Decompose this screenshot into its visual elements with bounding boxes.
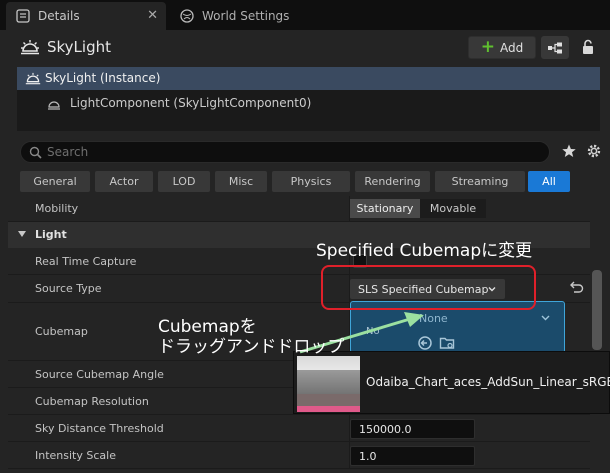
tab-world-settings[interactable]: World Settings bbox=[170, 2, 320, 30]
annotation-drag-drop: Cubemapを ドラッグアンドドロップ bbox=[158, 317, 344, 357]
blueprint-button[interactable] bbox=[541, 36, 569, 59]
filter-physics[interactable]: Physics bbox=[272, 171, 350, 192]
tab-details-label: Details bbox=[38, 9, 80, 23]
lock-icon[interactable] bbox=[580, 39, 596, 55]
tree-item-light-component[interactable]: LightComponent (SkyLightComponent0) bbox=[70, 96, 311, 110]
intensity-scale-input[interactable]: 1.0 bbox=[350, 446, 475, 466]
skylight-icon bbox=[25, 71, 41, 86]
details-icon bbox=[16, 9, 30, 23]
component-tree: SkyLight (Instance) LightComponent (SkyL… bbox=[17, 67, 600, 131]
chevron-down-icon[interactable] bbox=[541, 314, 550, 322]
cubemap-actions bbox=[417, 335, 455, 351]
row-mobility: Mobility Stationary Movable bbox=[8, 196, 590, 222]
sky-distance-threshold-input[interactable]: 150000.0 bbox=[350, 419, 475, 439]
use-selected-icon[interactable] bbox=[417, 335, 433, 351]
filter-rendering[interactable]: Rendering bbox=[355, 171, 430, 192]
source-type-label: Source Type bbox=[35, 282, 102, 295]
light-component-icon bbox=[47, 97, 61, 111]
reset-arrow-icon[interactable] bbox=[568, 281, 584, 295]
tab-details[interactable]: Details ✕ bbox=[6, 2, 166, 30]
search-icon bbox=[29, 146, 42, 159]
section-light-label: Light bbox=[35, 228, 67, 241]
source-cubemap-angle-label: Source Cubemap Angle bbox=[35, 368, 164, 381]
cubemap-thumbnail-label: No bbox=[366, 326, 380, 337]
skylight-icon bbox=[20, 38, 40, 56]
star-icon[interactable] bbox=[561, 143, 577, 159]
tree-item-label: SkyLight (Instance) bbox=[45, 71, 161, 85]
real-time-capture-label: Real Time Capture bbox=[35, 255, 137, 268]
search-input[interactable] bbox=[47, 143, 537, 161]
close-icon[interactable]: ✕ bbox=[147, 8, 158, 23]
search-bar bbox=[20, 141, 550, 163]
row-sky-distance-threshold: Sky Distance Threshold 150000.0 bbox=[8, 415, 590, 442]
filter-all[interactable]: All bbox=[528, 171, 570, 192]
mobility-selector: Stationary Movable bbox=[350, 199, 486, 218]
source-type-highlight bbox=[321, 265, 536, 310]
drag-asset-name: Odaiba_Chart_aces_AddSun_Linear_sRGB bbox=[366, 375, 610, 389]
globe-icon bbox=[180, 9, 194, 23]
mobility-stationary[interactable]: Stationary bbox=[350, 199, 420, 218]
sky-distance-threshold-label: Sky Distance Threshold bbox=[35, 422, 164, 435]
filter-actor[interactable]: Actor bbox=[95, 171, 153, 192]
filter-misc[interactable]: Misc bbox=[215, 171, 267, 192]
actor-title: SkyLight bbox=[47, 38, 111, 56]
add-button[interactable]: + Add bbox=[468, 36, 536, 59]
cubemap-label: Cubemap bbox=[35, 325, 88, 338]
plus-icon: + bbox=[480, 37, 495, 57]
add-button-label: Add bbox=[500, 40, 524, 55]
mobility-label: Mobility bbox=[35, 202, 79, 215]
actor-header: SkyLight + Add bbox=[0, 30, 610, 64]
blueprint-icon bbox=[548, 42, 562, 53]
annotation-specified-cubemap: Specified Cubemapに変更 bbox=[316, 241, 533, 261]
cubemap-value: None bbox=[419, 312, 448, 325]
tab-world-settings-label: World Settings bbox=[202, 9, 290, 23]
tab-bar: Details ✕ World Settings bbox=[0, 0, 610, 30]
tree-item-skylight-instance[interactable]: SkyLight (Instance) bbox=[17, 67, 600, 90]
annotation-line: ドラッグアンドドロップ bbox=[158, 337, 345, 357]
intensity-scale-label: Intensity Scale bbox=[35, 449, 116, 462]
collapse-icon bbox=[18, 231, 26, 237]
drag-asset-tooltip: Odaiba_Chart_aces_AddSun_Linear_sRGB bbox=[293, 351, 610, 414]
gear-icon[interactable] bbox=[586, 143, 602, 159]
cubemap-thumbnail bbox=[297, 356, 360, 412]
browse-folder-icon[interactable] bbox=[439, 335, 455, 351]
row-intensity-scale: Intensity Scale 1.0 bbox=[8, 442, 590, 469]
annotation-line: Cubemapを bbox=[158, 317, 257, 337]
filter-general[interactable]: General bbox=[20, 171, 90, 192]
scrollbar[interactable] bbox=[592, 270, 602, 350]
filter-lod[interactable]: LOD bbox=[158, 171, 210, 192]
mobility-movable[interactable]: Movable bbox=[420, 199, 486, 218]
cubemap-resolution-label: Cubemap Resolution bbox=[35, 395, 149, 408]
filter-streaming[interactable]: Streaming bbox=[435, 171, 525, 192]
